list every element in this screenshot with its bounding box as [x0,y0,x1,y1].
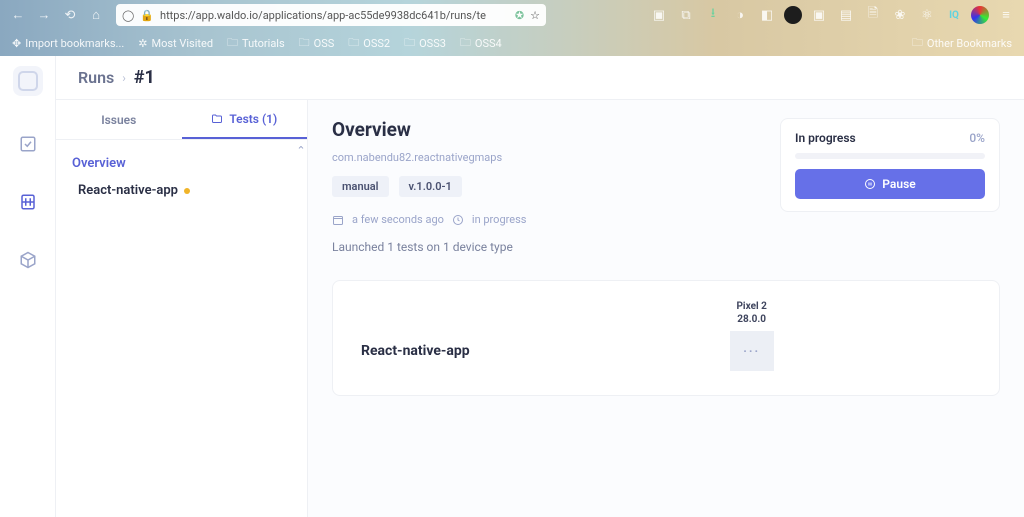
ext-icon-1[interactable]: ▣ [649,5,669,25]
reader-icon[interactable]: ✪ [515,9,524,22]
app-root: Runs › #1 Issues Tests (1) ⌃ Overview Re… [0,56,1024,517]
bookmark-oss3[interactable]: 🗀 OSS3 [404,34,446,53]
device-os: 28.0.0 [737,314,766,325]
ext-icon-iq[interactable]: IQ [944,5,964,25]
url-bar[interactable]: ◯ 🔒 https://app.waldo.io/applications/ap… [116,4,546,26]
tab-tests[interactable]: Tests (1) [182,100,308,139]
main-column: Runs › #1 Issues Tests (1) ⌃ Overview Re… [56,56,1024,517]
ext-icon-color[interactable] [971,6,989,24]
bookmark-star-icon[interactable]: ☆ [530,9,540,22]
bookmark-import[interactable]: ✥ Import bookmarks... [12,37,124,50]
tag-manual: manual [332,176,389,197]
bookmark-oss2[interactable]: 🗀 OSS2 [348,34,390,53]
url-text: https://app.waldo.io/applications/app-ac… [160,9,509,22]
rail-package-icon[interactable] [18,250,38,270]
test-card: React-native-app Pixel 2 28.0.0 ··· [332,280,1000,396]
ext-icon-5[interactable]: ▣ [809,5,829,25]
ext-icon-react[interactable]: ⚛ [917,5,937,25]
bookmark-oss[interactable]: 🗀 OSS [299,34,335,53]
home-icon[interactable]: ⌂ [86,5,106,25]
bookmark-most-visited[interactable]: ✲ Most Visited [138,37,213,50]
app-logo[interactable] [13,66,43,96]
browser-chrome: ← → ⟲ ⌂ ◯ 🔒 https://app.waldo.io/applica… [0,0,1024,56]
launched-summary: Launched 1 tests on 1 device type [332,240,752,254]
folder-icon [211,113,223,125]
test-item-label: React-native-app [78,183,178,198]
tab-issues[interactable]: Issues [56,100,182,139]
status-card: In progress 0% Pause [780,118,1000,212]
download-icon[interactable]: ⭳ [703,5,723,25]
shield-icon: ◯ [122,9,134,22]
rail-runs-icon[interactable] [18,192,38,212]
menu-icon[interactable]: ≡ [996,5,1016,25]
ext-icon-4[interactable]: ◧ [757,5,777,25]
test-list-item[interactable]: React-native-app [72,183,291,198]
icon-rail [0,56,56,517]
tag-version: v.1.0.0-1 [399,176,462,197]
status-dot-icon [184,188,190,194]
status-percent: 0% [969,131,985,145]
progress-bar [795,153,985,159]
device-name: Pixel 2 [736,301,766,312]
breadcrumb-root[interactable]: Runs [78,68,114,87]
overview-heading: Overview [332,118,752,141]
ext-icon-2[interactable]: ⧉ [676,5,696,25]
chevron-right-icon: › [122,71,126,85]
run-status-text: in progress [472,213,527,226]
pane-tabs: Issues Tests (1) [56,100,307,140]
bookmarks-bar: ✥ Import bookmarks... ✲ Most Visited 🗀 T… [0,30,1024,56]
breadcrumb-current: #1 [134,67,155,88]
lock-icon: 🔒 [140,9,154,22]
rail-checklist-icon[interactable] [18,134,38,154]
calendar-icon [332,214,344,226]
ext-icon-3[interactable]: ◑ [730,5,750,25]
bookmark-tutorials[interactable]: 🗀 Tutorials [227,34,285,53]
time-ago: a few seconds ago [352,213,444,226]
clock-icon [452,214,464,226]
package-id: com.nabendu82.reactnativegmaps [332,151,752,164]
device-cell-button[interactable]: ··· [730,331,774,371]
detail-panel: Overview com.nabendu82.reactnativegmaps … [308,100,1024,517]
status-label: In progress [795,131,856,145]
ext-icon-note[interactable]: 🗎 [863,5,883,25]
bookmark-oss4[interactable]: 🗀 OSS4 [460,34,502,53]
breadcrumb: Runs › #1 [56,56,1024,100]
reload-icon[interactable]: ⟲ [60,5,80,25]
overview-link[interactable]: Overview [72,156,291,171]
ext-icon-twd[interactable] [784,6,802,24]
bookmark-other[interactable]: 🗀 Other Bookmarks [912,34,1012,53]
ext-icon-7[interactable]: ❀ [890,5,910,25]
tests-pane: Issues Tests (1) ⌃ Overview React-native… [56,100,308,517]
toolbar-right: ▣ ⧉ ⭳ ◑ ◧ ▣ ▤ 🗎 ❀ ⚛ IQ ≡ [649,5,1016,25]
test-card-name: React-native-app [361,343,470,359]
pause-button[interactable]: Pause [795,169,985,199]
overview-meta: Overview com.nabendu82.reactnativegmaps … [332,118,752,254]
ext-icon-6[interactable]: ▤ [836,5,856,25]
device-column: Pixel 2 28.0.0 ··· [730,301,774,371]
back-icon[interactable]: ← [8,5,28,25]
pause-icon [864,178,876,190]
forward-icon[interactable]: → [34,5,54,25]
